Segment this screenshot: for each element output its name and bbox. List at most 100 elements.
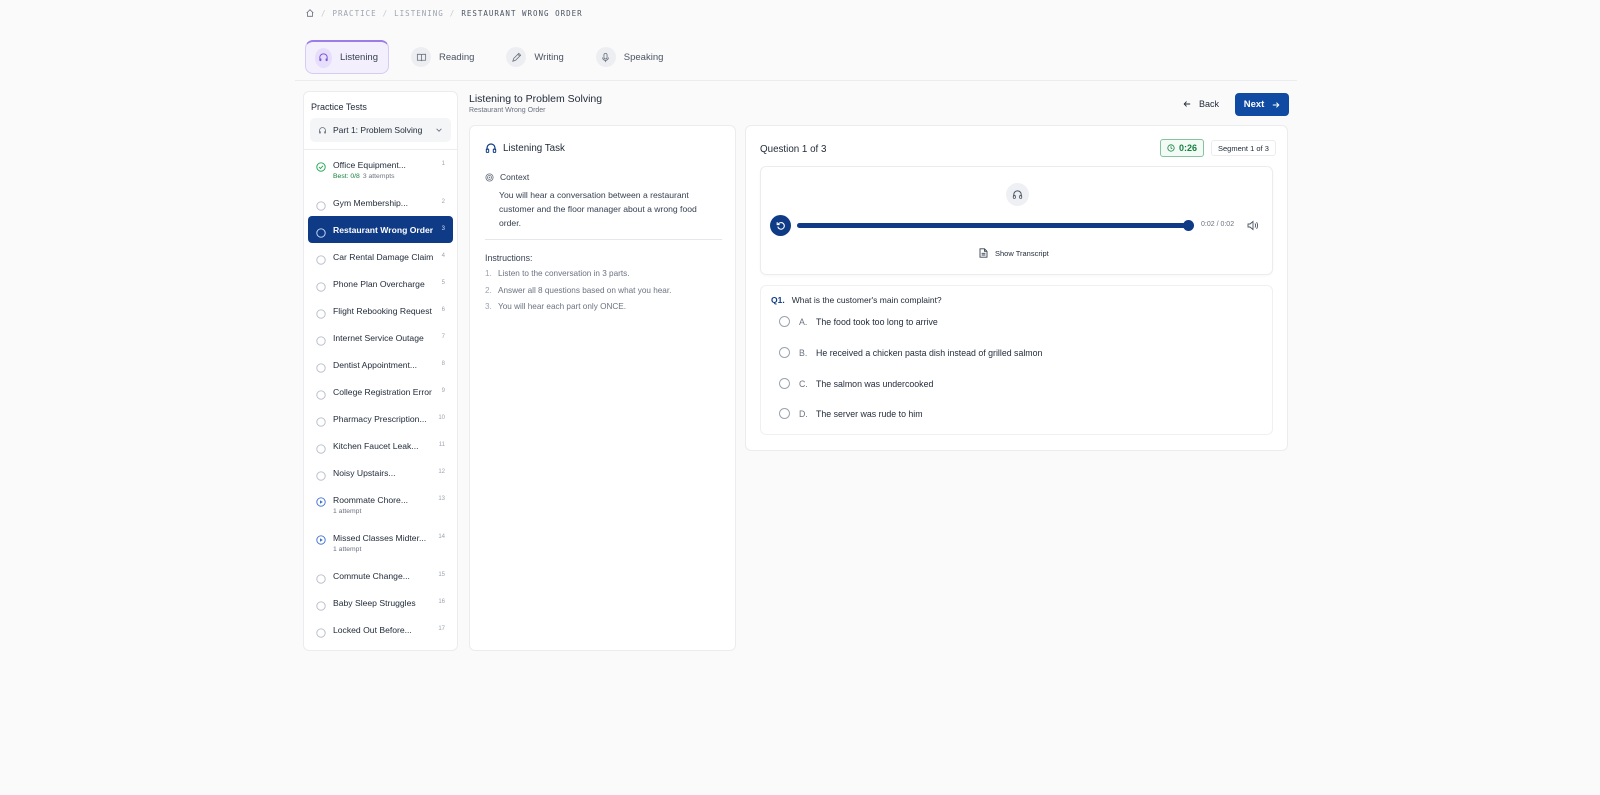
breadcrumb-practice[interactable]: PRACTICE [333,9,377,18]
attempts-count: 1 attempt [333,508,362,515]
test-item-attempts: 1 attempt [333,546,445,553]
test-item[interactable]: Commute Change... 15 [308,562,453,589]
next-button[interactable]: Next [1235,93,1289,116]
radio-button[interactable] [779,378,790,389]
question-box: Q1. What is the customer's main complain… [760,285,1273,435]
test-item[interactable]: Roommate Chore... 13 1 attempt [308,486,453,524]
circle-icon [316,625,326,638]
headphones-icon [1006,183,1029,206]
instruction-item: 2. Answer all 8 questions based on what y… [485,285,672,295]
tab-reading-label: Reading [439,51,475,63]
circle-icon [316,387,326,400]
test-item[interactable]: Restaurant Wrong Order 3 [308,216,453,243]
replay-button[interactable] [770,215,791,236]
test-item-name: Locked Out Before... [333,624,412,635]
option-text: The server was rude to him [816,408,923,419]
circle-icon [316,441,326,454]
back-button-label: Back [1199,99,1220,109]
test-item[interactable]: Office Equipment... 1 Best: 0/8 3 attempts [308,151,453,189]
tab-reading[interactable]: Reading [403,40,484,74]
test-item-name: Baby Sleep Struggles [333,597,416,608]
test-item-name: Car Rental Damage Claim [333,251,434,262]
test-item[interactable]: College Registration Error 9 [308,378,453,405]
test-item[interactable]: Car Rental Damage Claim 4 [308,243,453,270]
question-counter: Question 1 of 3 [760,144,827,155]
test-item-number: 1 [441,161,445,167]
tab-speaking[interactable]: Speaking [588,40,674,74]
check-circle-icon [316,159,326,172]
sidebar-divider [304,149,457,150]
audio-progress-thumb[interactable] [1183,220,1194,231]
context-heading: Context [485,172,529,182]
tab-speaking-label: Speaking [623,51,664,63]
page-subtitle: Restaurant Wrong Order [469,107,546,114]
circle-icon [316,360,326,373]
option-text: He received a chicken pasta dish instead… [816,347,1043,358]
book-icon [411,47,431,67]
test-item[interactable]: Phone Plan Overcharge 5 [308,270,453,297]
back-button[interactable]: Back [1183,96,1219,112]
arrow-left-icon [1183,101,1191,107]
timer-badge: 0:26 [1160,139,1204,157]
tab-listening[interactable]: Listening [305,40,389,74]
test-item-attempts: 1 attempt [333,508,445,515]
circle-icon [316,252,326,265]
test-item[interactable]: Flight Rebooking Request 6 [308,297,453,324]
radio-button[interactable] [779,347,790,358]
test-item[interactable]: Missed Classes Midter... 14 1 attempt [308,524,453,562]
test-item-name: Pharmacy Prescription... [333,413,427,424]
play-circle-icon [316,532,326,545]
headphones-icon [485,143,497,153]
home-icon[interactable] [305,8,315,18]
answer-option-b[interactable]: B. He received a chicken pasta dish inst… [779,347,1042,358]
test-item[interactable]: Noisy Upstairs... 12 [308,459,453,486]
tab-writing[interactable]: Writing [498,40,573,74]
answer-option-d[interactable]: D. The server was rude to him [779,408,923,419]
answer-option-c[interactable]: C. The salmon was undercooked [779,378,933,389]
circle-icon [316,279,326,292]
test-item-name: Noisy Upstairs... [333,467,396,478]
circle-icon [316,333,326,346]
part-select[interactable]: Part 1: Problem Solving [310,118,451,142]
test-item-name: Dentist Appointment... [333,359,418,370]
task-title: Listening Task [485,142,565,154]
test-item[interactable]: Kitchen Faucet Leak... 11 [308,432,453,459]
instructions-title: Instructions: [485,253,533,263]
test-item-number: 16 [438,599,445,605]
instruction-item: 1. Listen to the conversation in 3 parts. [485,269,630,278]
test-item[interactable]: Gym Membership... 2 [308,189,453,216]
test-item[interactable]: Baby Sleep Struggles 16 [308,589,453,616]
test-item[interactable]: Dentist Appointment... 8 [308,351,453,378]
audio-progress-fill [797,223,1188,228]
headphones-icon [315,47,332,68]
audio-progress-track[interactable] [797,220,1194,231]
test-item-name: Flight Rebooking Request [333,305,432,316]
header-divider [295,80,1297,81]
circle-icon [316,306,326,319]
radio-button[interactable] [779,408,790,419]
attempts-count: 3 attempts [362,173,395,180]
chevron-down-icon [436,128,442,132]
breadcrumb-current: RESTAURANT WRONG ORDER [461,8,583,18]
test-list: Office Equipment... 1 Best: 0/8 3 attempts G… [304,151,457,643]
radio-button[interactable] [779,316,790,327]
practice-tests-sidebar: Practice Tests Part 1: Problem Solving O… [303,91,458,651]
test-item[interactable]: Pharmacy Prescription... 10 [308,405,453,432]
test-item-name: Office Equipment... [333,160,406,170]
test-item-number: 4 [441,253,445,259]
show-transcript-button[interactable]: Show Transcript [979,248,1049,258]
option-letter: A. [799,316,808,327]
test-item[interactable]: Internet Service Outage 7 [308,324,453,351]
circle-icon [316,225,326,238]
circle-icon [316,414,326,427]
attempts-count: 1 attempt [333,546,362,553]
test-item[interactable]: Locked Out Before... 17 [308,616,453,643]
volume-icon[interactable] [1247,220,1259,231]
breadcrumb-listening[interactable]: LISTENING [394,9,444,18]
task-title-label: Listening Task [503,142,565,154]
test-item-name: Restaurant Wrong Order [333,224,434,235]
play-circle-icon [316,494,326,507]
answer-option-a[interactable]: A. The food took too long to arrive [779,316,938,327]
test-item-name: Missed Classes Midter... [333,533,427,543]
context-label: Context [500,172,530,182]
